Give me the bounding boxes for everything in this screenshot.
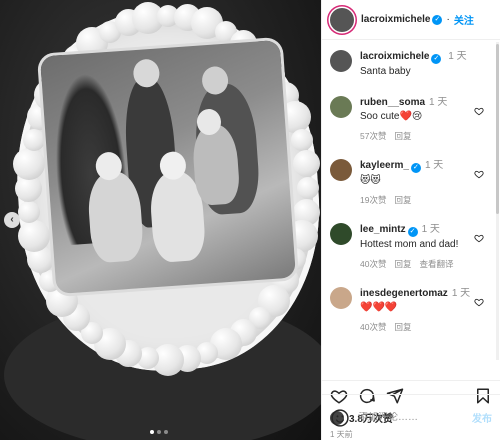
comment-time: 1 天 <box>429 97 448 108</box>
heart-icon[interactable] <box>474 297 484 307</box>
author-username[interactable]: lacroixmichele <box>361 14 430 25</box>
commenter-username[interactable]: ruben__soma <box>360 97 425 108</box>
comments-scrollbar[interactable] <box>496 42 499 360</box>
caption-avatar[interactable] <box>330 50 352 72</box>
comment-likes[interactable]: 57次赞 <box>360 130 386 142</box>
comment-text: ❤️❤️❤️ <box>360 302 398 313</box>
frosting-bead <box>297 177 319 199</box>
comment-meta: 19次赞 回复 <box>360 194 492 206</box>
heart-icon[interactable] <box>474 169 484 179</box>
instagram-post-view: ‹ lacroixmichele ✓ · 关注 lacroixmichele ✓ … <box>0 0 500 440</box>
comment-text: 😻😻 <box>360 175 381 186</box>
heart-icon[interactable] <box>474 106 484 116</box>
commenter-avatar[interactable] <box>330 159 352 181</box>
post-sidebar: lacroixmichele ✓ · 关注 lacroixmichele ✓ 1 … <box>321 0 500 440</box>
scrollbar-thumb[interactable] <box>496 44 499 214</box>
comment-likes[interactable]: 19次赞 <box>360 194 386 206</box>
comment-item: kayleerm_ ✓ 1 天 😻😻 19次赞 回复 <box>330 159 492 206</box>
commenter-username[interactable]: inesdegenertomaz <box>360 288 448 299</box>
verified-badge-icon: ✓ <box>432 14 443 25</box>
post-media[interactable]: ‹ <box>0 0 321 440</box>
verified-badge-icon: ✓ <box>407 227 418 237</box>
comment-meta: 40次赞 回复 查看翻译 <box>360 258 492 270</box>
comment-item: inesdegenertomaz 1 天 ❤️❤️❤️ 40次赞 回复 <box>330 287 492 333</box>
emoji-icon[interactable] <box>330 408 350 428</box>
comment-meta: 40次赞 回复 <box>360 321 492 333</box>
commenter-avatar[interactable] <box>330 287 352 309</box>
chevron-left-icon[interactable]: ‹ <box>4 212 20 228</box>
separator-dot: · <box>446 14 450 25</box>
reply-button[interactable]: 回复 <box>394 258 411 270</box>
comment-item: ruben__soma 1 天 Soo cute❤️😢 57次赞 回复 <box>330 96 492 142</box>
frosting-bead <box>22 128 45 151</box>
comment-item: lee_mintz ✓ 1 天 Hottest mom and dad! 40次赞 回复查… <box>330 223 492 270</box>
comment-time: 1 天 <box>424 160 444 171</box>
add-comment-bar: 发布 <box>322 394 500 440</box>
comment-time: 1 天 <box>421 224 440 235</box>
caption-username[interactable]: lacroixmichele <box>360 51 429 62</box>
verified-badge-icon: ✓ <box>410 163 421 173</box>
author-avatar[interactable] <box>330 7 354 32</box>
reply-button[interactable]: 回复 <box>394 321 411 333</box>
caption: lacroixmichele ✓ 1 天 Santa baby <box>330 50 492 79</box>
post-header: lacroixmichele ✓ · 关注 <box>322 0 500 40</box>
carousel-dot <box>157 430 161 434</box>
post-comment-button[interactable]: 发布 <box>472 410 492 425</box>
caption-time: 1 天 <box>448 51 467 62</box>
comment-likes[interactable]: 40次赞 <box>360 321 386 333</box>
commenter-username[interactable]: lee_mintz <box>360 224 406 235</box>
frosting-bead <box>293 150 321 178</box>
frosting-bead <box>13 147 46 180</box>
carousel-dot <box>164 430 168 434</box>
carousel-dot <box>150 430 154 434</box>
commenter-avatar[interactable] <box>330 96 352 118</box>
comment-meta: 57次赞 回复 <box>360 130 492 142</box>
comment-input[interactable] <box>358 412 472 423</box>
carousel-dots <box>150 430 168 434</box>
commenter-avatar[interactable] <box>330 223 352 245</box>
caption-text: Santa baby <box>360 66 411 77</box>
commenter-username[interactable]: kayleerm_ <box>360 160 409 171</box>
comment-text: Soo cute❤️😢 <box>360 111 423 122</box>
verified-badge-icon: ✓ <box>431 54 442 64</box>
comment-time: 1 天 <box>451 288 471 299</box>
see-translation-button[interactable]: 查看翻译 <box>419 258 453 270</box>
reply-button[interactable]: 回复 <box>394 194 411 206</box>
heart-icon[interactable] <box>474 233 484 243</box>
reply-button[interactable]: 回复 <box>394 130 411 142</box>
follow-button[interactable]: 关注 <box>454 12 474 27</box>
comments-list[interactable]: lacroixmichele ✓ 1 天 Santa baby ruben__so… <box>322 40 500 380</box>
frosting-bead <box>17 220 50 253</box>
frosting-bead <box>291 128 314 151</box>
comment-text: Hottest mom and dad! <box>360 239 459 250</box>
comment-likes[interactable]: 40次赞 <box>360 258 386 270</box>
cake-photo-print <box>39 39 297 295</box>
